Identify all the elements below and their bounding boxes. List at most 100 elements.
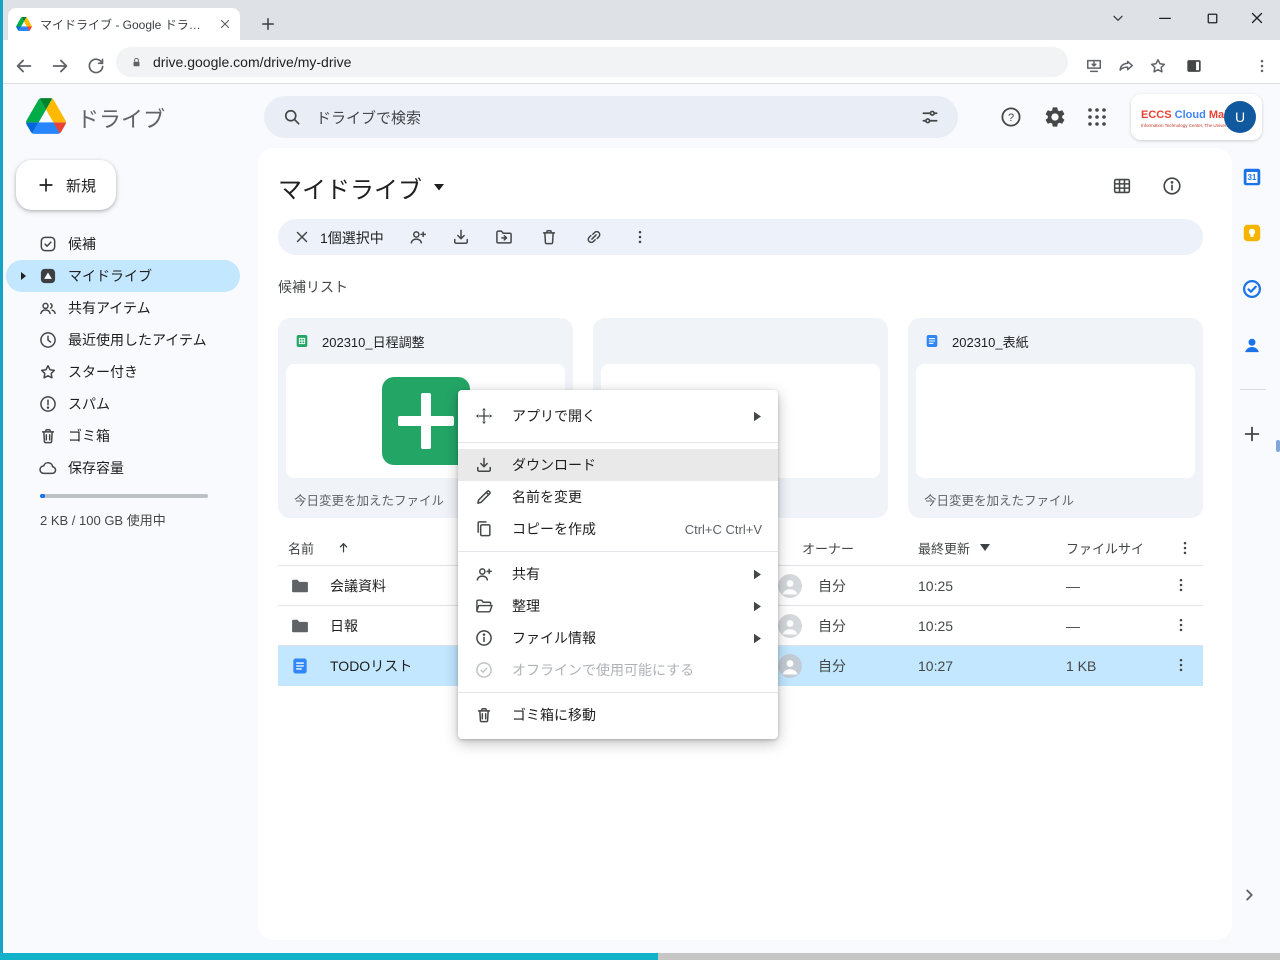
sidebar-item-storage[interactable]: 保存容量 (6, 452, 240, 484)
scrollbar-thumb[interactable] (1276, 440, 1280, 452)
sort-descending-caret-icon[interactable] (980, 544, 990, 552)
window-close-button[interactable] (1237, 0, 1277, 36)
owner-avatar (778, 574, 802, 598)
menu-item-offline: オフラインで使用可能にする (458, 654, 778, 686)
url-text: drive.google.com/drive/my-drive (153, 54, 351, 70)
title-dropdown-caret-icon[interactable] (434, 184, 444, 191)
selection-count: 1個選択中 (320, 228, 384, 248)
header-name[interactable]: 名前 (288, 538, 314, 557)
sidebar-item-shared[interactable]: 共有アイテム (6, 292, 240, 324)
forward-button[interactable] (44, 50, 76, 82)
copy-icon (474, 519, 494, 539)
header-owner[interactable]: オーナー (802, 538, 854, 557)
account-avatar[interactable]: U (1224, 101, 1256, 133)
folder-icon (290, 616, 310, 636)
page-title-row[interactable]: マイドライブ (278, 170, 444, 205)
share-icon[interactable] (1110, 50, 1142, 82)
row-more-kebab-icon[interactable] (1172, 576, 1192, 596)
move-to-folder-icon[interactable] (494, 227, 514, 247)
menu-item-share[interactable]: 共有 (458, 558, 778, 590)
download-icon[interactable] (451, 227, 471, 247)
menu-item-download[interactable]: ダウンロード (458, 449, 778, 481)
menu-item-move-to-trash[interactable]: ゴミ箱に移動 (458, 699, 778, 731)
search-placeholder: ドライブで検索 (316, 107, 906, 128)
tab-title: マイドライブ - Google ドライブ (40, 16, 210, 33)
storage-progress-fill (40, 494, 45, 498)
new-tab-button[interactable] (252, 6, 284, 42)
sidebar-item-spam[interactable]: スパム (6, 388, 240, 420)
search-options-tune-icon[interactable] (920, 107, 940, 127)
get-add-ons-plus-icon[interactable] (1241, 423, 1263, 445)
details-info-icon[interactable] (1160, 174, 1184, 198)
window-minimize-button[interactable] (1145, 0, 1185, 36)
install-icon[interactable] (1078, 50, 1110, 82)
menu-item-make-copy[interactable]: コピーを作成 Ctrl+C Ctrl+V (458, 513, 778, 545)
browser-menu-kebab-icon[interactable] (1246, 50, 1278, 82)
menu-item-file-info[interactable]: ファイル情報 (458, 622, 778, 654)
address-bar[interactable]: drive.google.com/drive/my-drive (116, 47, 1068, 77)
share-person-add-icon (474, 564, 494, 584)
shortcut-label: Ctrl+C Ctrl+V (685, 522, 762, 537)
sidebar-item-suggested[interactable]: 候補 (6, 228, 240, 260)
settings-gear-icon[interactable] (1043, 105, 1067, 129)
browser-window: マイドライブ - Google ドライブ (0, 0, 1280, 960)
drive-favicon (16, 17, 32, 31)
bookmark-star-icon[interactable] (1142, 50, 1174, 82)
back-button[interactable] (8, 50, 40, 82)
header-more-kebab-icon[interactable] (1176, 539, 1194, 557)
sort-ascending-arrow-icon[interactable] (336, 540, 351, 555)
selection-toolbar: 1個選択中 (278, 219, 1203, 255)
storage-progress-bar (40, 494, 208, 498)
header-size[interactable]: ファイルサイ (1066, 538, 1144, 557)
trash-icon (38, 426, 58, 446)
suggested-check-icon (38, 234, 58, 254)
copy-link-icon[interactable] (584, 227, 604, 247)
header-modified[interactable]: 最終更新 (918, 538, 970, 557)
contacts-icon[interactable] (1241, 334, 1263, 356)
search-input[interactable]: ドライブで検索 (264, 96, 958, 138)
help-icon[interactable]: ? (999, 105, 1023, 129)
tasks-icon[interactable] (1241, 278, 1263, 300)
side-panel-icon[interactable] (1178, 50, 1210, 82)
reload-button[interactable] (80, 50, 112, 82)
menu-item-rename[interactable]: 名前を変更 (458, 481, 778, 513)
expand-caret-icon[interactable] (18, 271, 28, 281)
card-title: 202310_日程調整 (322, 332, 425, 351)
drive-logo (26, 98, 66, 134)
account-badge[interactable]: ECCS Cloud Mail Information Technology C… (1131, 94, 1262, 140)
owner-avatar (778, 654, 802, 678)
menu-item-open-with[interactable]: アプリで開く (458, 396, 778, 436)
file-card-docs[interactable]: 202310_表紙 今日変更を加えたファイル (908, 318, 1203, 518)
tab-search-chevron-icon[interactable] (1098, 0, 1138, 36)
row-more-kebab-icon[interactable] (1172, 616, 1192, 636)
share-person-add-icon[interactable] (408, 227, 428, 247)
grid-view-toggle-icon[interactable] (1110, 174, 1134, 198)
browser-tab[interactable]: マイドライブ - Google ドライブ (8, 8, 240, 40)
rename-pencil-icon (474, 487, 494, 507)
keep-icon[interactable] (1241, 222, 1263, 244)
sidebar-item-recent[interactable]: 最近使用したアイテム (6, 324, 240, 356)
sidebar-item-my-drive[interactable]: マイドライブ (6, 260, 240, 292)
page-title: マイドライブ (278, 170, 422, 205)
row-more-kebab-icon[interactable] (1172, 656, 1192, 676)
menu-item-organize[interactable]: 整理 (458, 590, 778, 622)
svg-text:?: ? (1008, 112, 1014, 124)
clear-selection-icon[interactable] (292, 227, 312, 247)
apps-grid-icon[interactable] (1085, 105, 1109, 129)
menu-divider (458, 551, 778, 552)
taskbar-strip (658, 953, 1280, 960)
sidebar-item-starred[interactable]: スター付き (6, 356, 240, 388)
window-maximize-button[interactable] (1192, 0, 1232, 36)
calendar-icon[interactable]: 31 (1241, 166, 1263, 188)
suggestions-heading: 候補リスト (278, 277, 348, 297)
new-button[interactable]: 新規 (16, 160, 116, 210)
sidebar-item-trash[interactable]: ゴミ箱 (6, 420, 240, 452)
offline-check-icon (474, 660, 494, 680)
folder-icon (290, 576, 310, 596)
more-actions-kebab-icon[interactable] (630, 227, 650, 247)
people-icon (38, 298, 58, 318)
clock-icon (38, 330, 58, 350)
tab-close-icon[interactable] (218, 17, 232, 31)
trash-selection-icon[interactable] (539, 227, 559, 247)
show-side-panel-chevron-icon[interactable] (1238, 884, 1260, 906)
